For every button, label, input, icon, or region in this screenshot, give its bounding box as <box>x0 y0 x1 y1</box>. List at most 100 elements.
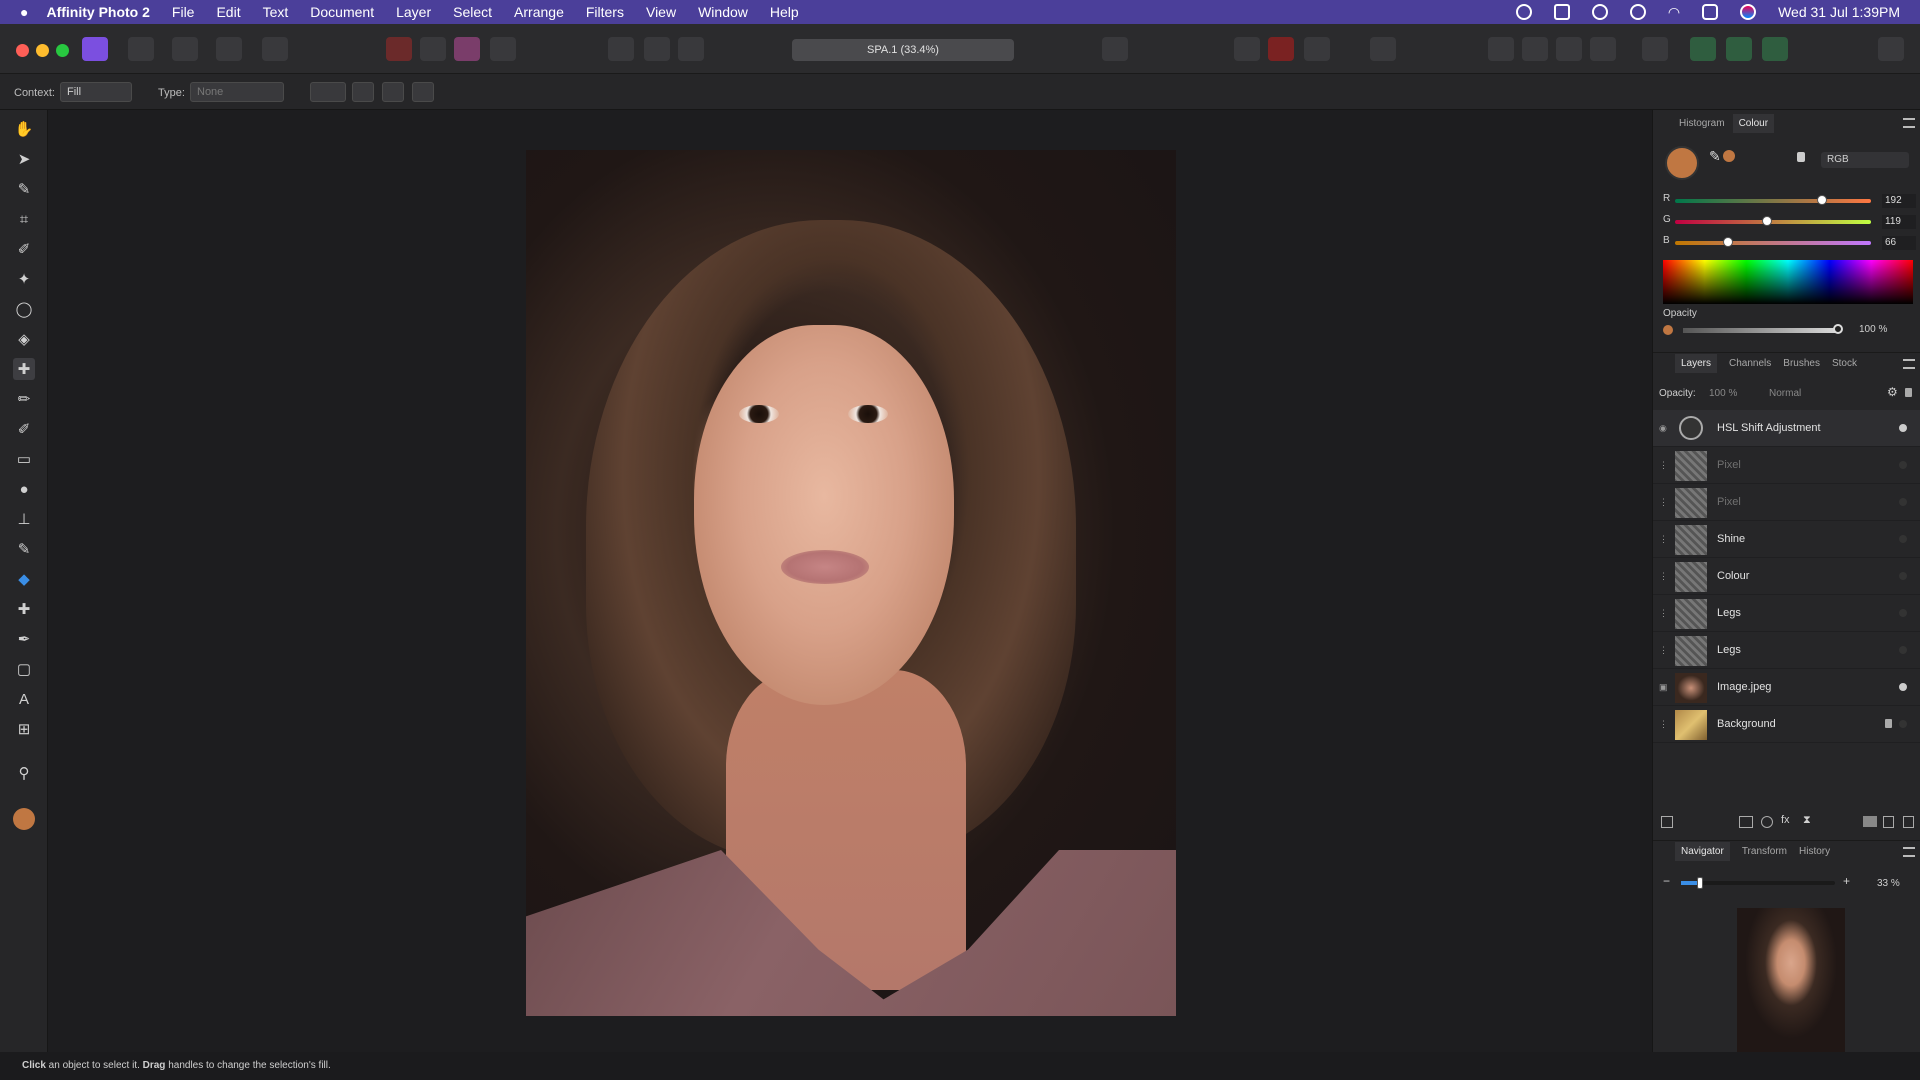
siri-icon[interactable] <box>1740 4 1757 20</box>
boolean-subtract-icon[interactable] <box>1726 37 1752 61</box>
layer-visible-dot[interactable] <box>1899 572 1907 580</box>
r-slider-knob[interactable] <box>1817 195 1827 205</box>
pen-tool-icon[interactable]: ✒ <box>13 628 35 650</box>
add-pixel-layer-icon[interactable]: ⧗ <box>1803 814 1811 827</box>
layer-row[interactable]: ⋮ Shine <box>1653 521 1920 558</box>
export-persona-icon[interactable] <box>262 37 288 61</box>
layer-row[interactable]: ⋮ Background <box>1653 706 1920 743</box>
tab-brushes[interactable]: Brushes <box>1783 358 1820 369</box>
auto-levels-icon[interactable] <box>386 37 412 61</box>
g-value[interactable]: 119 <box>1882 215 1916 229</box>
menu-file[interactable]: File <box>172 4 195 20</box>
tab-history[interactable]: History <box>1799 846 1830 857</box>
status-icon[interactable] <box>1553 4 1570 20</box>
layer-locked-icon[interactable] <box>1885 719 1892 728</box>
layer-visible-dot[interactable] <box>1899 498 1907 506</box>
layer-visibility-checkbox[interactable]: ▣ <box>1659 682 1669 692</box>
quick-mask-icon[interactable] <box>1102 37 1128 61</box>
zoom-slider-knob[interactable] <box>1697 877 1703 889</box>
auto-contrast-icon[interactable] <box>420 37 446 61</box>
blend-mode-select[interactable]: Normal <box>1769 388 1801 399</box>
layer-settings-icon[interactable]: ⚙ <box>1887 385 1898 399</box>
layer-visible-dot[interactable] <box>1899 609 1907 617</box>
colour-picker-tool-icon[interactable]: ✎ <box>13 178 35 200</box>
layer-copy-icon[interactable] <box>1661 816 1673 828</box>
layer-visible-dot[interactable] <box>1899 535 1907 543</box>
canvas-area[interactable] <box>48 110 1640 1052</box>
add-live-filter-icon[interactable]: fx <box>1781 814 1790 826</box>
colour-spectrum[interactable] <box>1663 260 1913 304</box>
dodge-brush-tool-icon[interactable]: ● <box>13 478 35 500</box>
wifi-icon[interactable]: ◠ <box>1668 4 1680 21</box>
layer-visible-dot[interactable] <box>1899 683 1907 691</box>
mesh-warp-tool-icon[interactable]: ⊞ <box>13 718 35 740</box>
tab-layers[interactable]: Layers <box>1675 354 1718 373</box>
app-name[interactable]: Affinity Photo 2 <box>46 4 149 20</box>
delete-layer-icon[interactable] <box>1903 816 1914 828</box>
layer-row[interactable]: ⋮ Legs <box>1653 632 1920 669</box>
erase-brush-tool-icon[interactable]: ▭ <box>13 448 35 470</box>
g-slider[interactable] <box>1675 216 1871 226</box>
layer-visibility-checkbox[interactable]: ⋮ <box>1659 645 1669 655</box>
menu-text[interactable]: Text <box>263 4 289 20</box>
tab-colour[interactable]: Colour <box>1732 113 1775 133</box>
arrange-forward-icon[interactable] <box>1522 37 1548 61</box>
layer-visibility-checkbox[interactable]: ⋮ <box>1659 497 1669 507</box>
menu-arrange[interactable]: Arrange <box>514 4 564 20</box>
layer-visibility-checkbox[interactable]: ◉ <box>1659 423 1669 433</box>
layer-row[interactable]: ⋮ Colour <box>1653 558 1920 595</box>
layer-visibility-checkbox[interactable]: ⋮ <box>1659 571 1669 581</box>
tab-stock[interactable]: Stock <box>1832 358 1857 369</box>
freehand-selection-tool-icon[interactable]: ◯ <box>13 298 35 320</box>
artistic-text-tool-icon[interactable]: A <box>13 688 35 710</box>
colour-replacement-tool-icon[interactable]: ✐ <box>13 418 35 440</box>
split-view-icon[interactable] <box>1268 37 1294 61</box>
reverse-fill-icon[interactable] <box>352 82 374 102</box>
rectangle-tool-icon[interactable]: ▢ <box>13 658 35 680</box>
menu-help[interactable]: Help <box>770 4 799 20</box>
layer-visibility-checkbox[interactable]: ⋮ <box>1659 608 1669 618</box>
layer-row[interactable]: ▣ Image.jpeg <box>1653 669 1920 706</box>
menu-window[interactable]: Window <box>698 4 748 20</box>
layer-visibility-checkbox[interactable]: ⋮ <box>1659 534 1669 544</box>
tab-channels[interactable]: Channels <box>1729 358 1771 369</box>
view-tool-icon[interactable]: ✋ <box>13 118 35 140</box>
bluetooth-icon[interactable] <box>1629 4 1646 20</box>
layer-visible-dot[interactable] <box>1899 461 1907 469</box>
develop-persona-icon[interactable] <box>172 37 198 61</box>
layer-visibility-checkbox[interactable]: ⋮ <box>1659 460 1669 470</box>
layers-panel-menu-icon[interactable] <box>1903 359 1915 369</box>
opacity-value[interactable]: 100 % <box>1859 324 1887 335</box>
arrange-back-icon[interactable] <box>1488 37 1514 61</box>
menu-layer[interactable]: Layer <box>396 4 431 20</box>
g-slider-knob[interactable] <box>1762 216 1772 226</box>
tab-histogram[interactable]: Histogram <box>1679 118 1725 129</box>
paint-brush-tool-icon[interactable]: ✏ <box>13 388 35 410</box>
colour-panel-menu-icon[interactable] <box>1903 118 1915 128</box>
layer-visible-dot[interactable] <box>1899 646 1907 654</box>
secondary-colour-well[interactable] <box>1723 150 1735 162</box>
layer-row[interactable]: ◉ HSL Shift Adjustment <box>1653 410 1920 447</box>
tab-transform[interactable]: Transform <box>1742 846 1787 857</box>
boolean-add-icon[interactable] <box>1690 37 1716 61</box>
rotate-fill-icon[interactable] <box>382 82 404 102</box>
navigator-panel-menu-icon[interactable] <box>1903 847 1915 857</box>
align-icon[interactable] <box>1642 37 1668 61</box>
colour-model-select[interactable]: RGB <box>1821 152 1909 168</box>
zoom-value[interactable]: 33 % <box>1877 878 1900 889</box>
blur-brush-tool-icon[interactable]: ◆ <box>13 568 35 590</box>
move-tool-icon[interactable]: ➤ <box>13 148 35 170</box>
clone-brush-tool-icon[interactable]: ⊥ <box>13 508 35 530</box>
smudge-brush-tool-icon[interactable]: ✎ <box>13 538 35 560</box>
zoom-in-icon[interactable]: + <box>1843 874 1850 888</box>
close-window-button[interactable] <box>16 44 29 57</box>
document-tab[interactable]: SPA.1 (33.4%) <box>792 39 1014 61</box>
liquify-persona-icon[interactable] <box>128 37 154 61</box>
zoom-out-icon[interactable]: − <box>1663 874 1670 888</box>
apple-icon[interactable]: ● <box>20 4 28 20</box>
tone-mapping-persona-icon[interactable] <box>216 37 242 61</box>
menu-edit[interactable]: Edit <box>216 4 240 20</box>
layer-opacity-value[interactable]: 100 % <box>1709 388 1737 399</box>
type-select[interactable]: None <box>190 82 284 102</box>
primary-colour-swatch[interactable] <box>13 808 35 830</box>
